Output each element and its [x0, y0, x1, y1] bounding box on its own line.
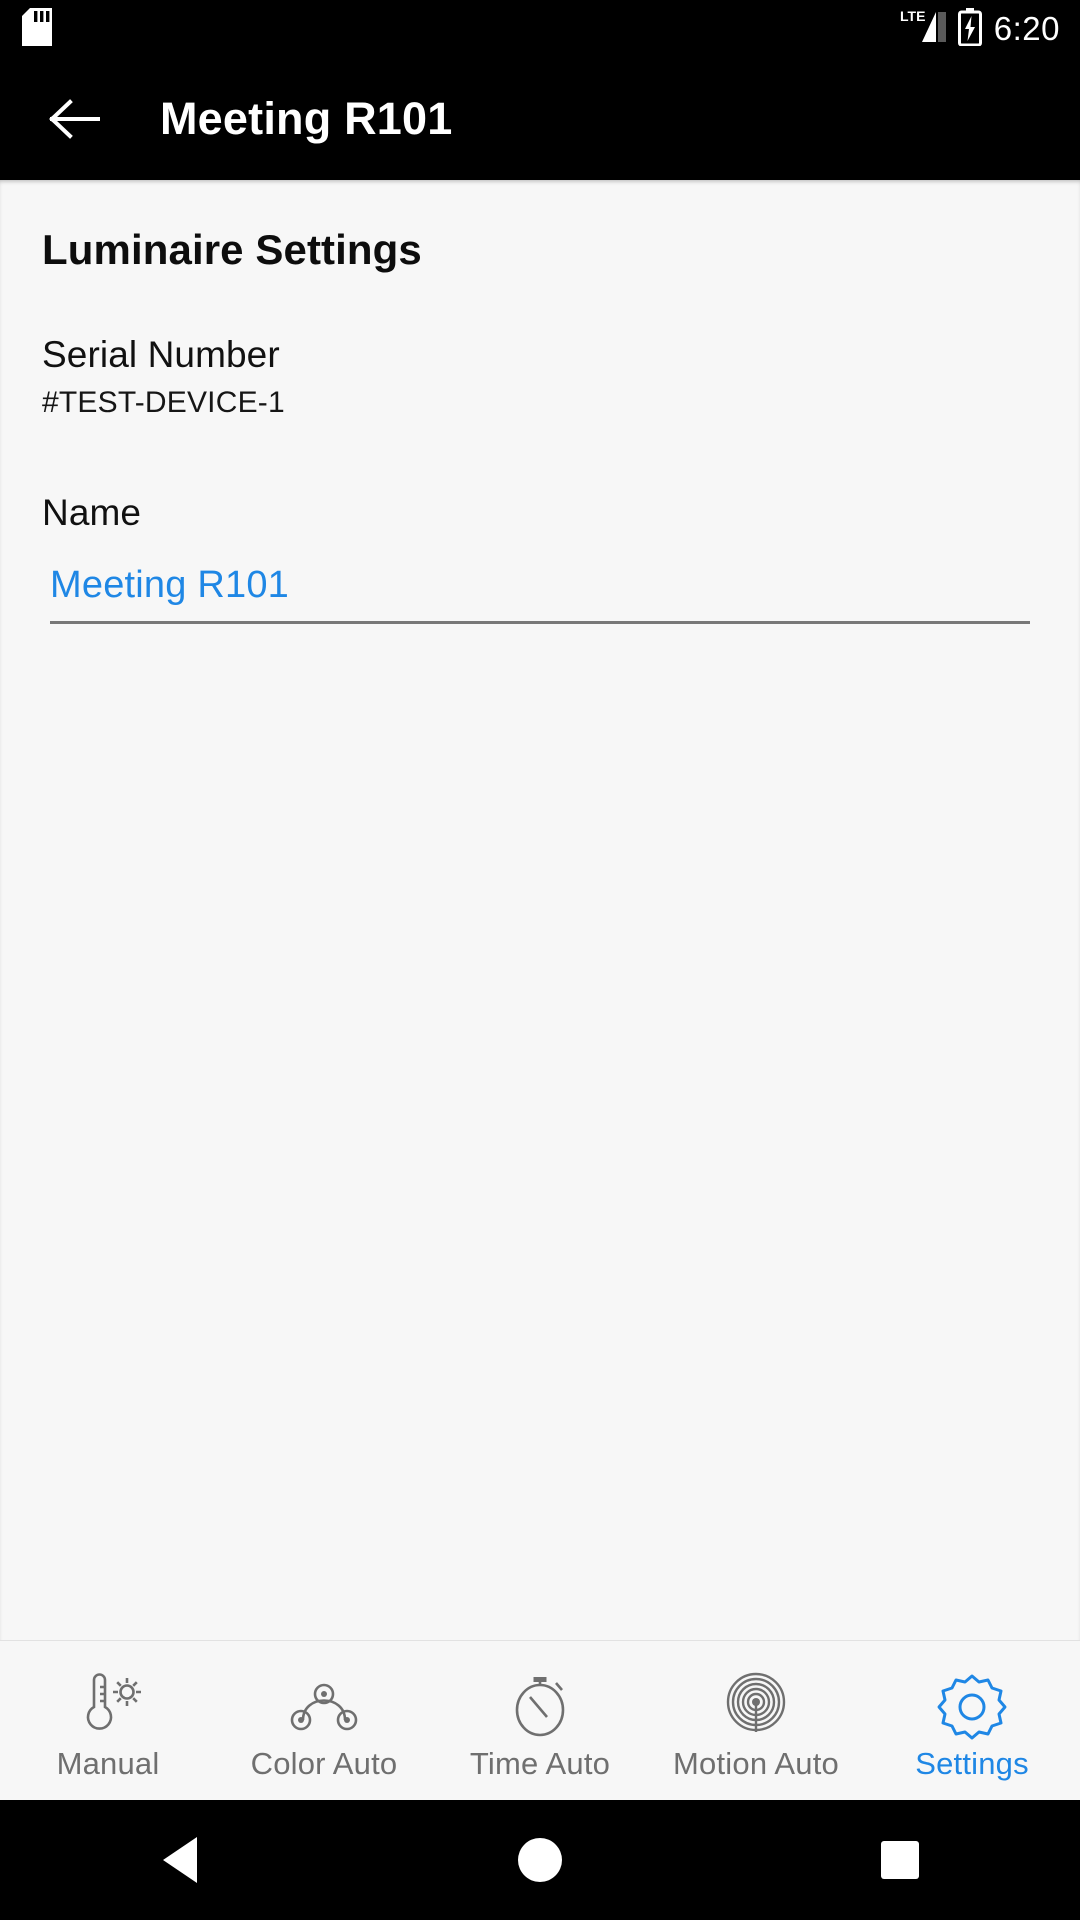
battery-charging-icon — [957, 7, 982, 51]
serial-number-field: Serial Number #TEST-DEVICE-1 — [42, 334, 1038, 420]
status-bar-left — [22, 7, 52, 51]
svg-text:LTE: LTE — [900, 8, 925, 24]
status-bar-right: LTE 6:20 — [900, 7, 1060, 51]
name-label: Name — [42, 492, 142, 533]
motion-sensor-icon — [716, 1668, 796, 1742]
tab-settings[interactable]: Settings — [864, 1641, 1080, 1800]
page-title: Meeting R101 — [160, 93, 453, 144]
status-bar-clock: 6:20 — [993, 9, 1060, 47]
serial-number-value: #TEST-DEVICE-1 — [42, 386, 285, 419]
tab-label-color-auto: Color Auto — [250, 1746, 398, 1781]
nav-recents-icon[interactable] — [840, 1800, 960, 1920]
name-field: Name — [42, 492, 1038, 624]
signal-bars-icon: LTE — [900, 8, 946, 51]
tab-manual[interactable]: Manual — [0, 1641, 216, 1800]
thermometer-brightness-icon — [68, 1668, 148, 1742]
tab-label-manual: Manual — [56, 1746, 160, 1781]
serial-number-label: Serial Number — [42, 334, 280, 375]
sd-card-icon — [22, 7, 52, 51]
tab-color-auto[interactable]: Color Auto — [216, 1641, 432, 1800]
status-bar: LTE 6:20 — [0, 0, 1080, 58]
stopwatch-icon — [500, 1668, 580, 1742]
tab-motion-auto[interactable]: Motion Auto — [648, 1641, 864, 1800]
name-input-wrap — [42, 564, 1038, 624]
tab-label-settings: Settings — [915, 1746, 1029, 1781]
settings-content: Luminaire Settings Serial Number #TEST-D… — [0, 180, 1080, 1640]
gear-icon — [932, 1668, 1012, 1742]
name-input[interactable] — [50, 564, 1030, 624]
phone-screen: LTE 6:20 Meeting R101 Luminaire Settings… — [0, 0, 1080, 1920]
tab-label-time-auto: Time Auto — [469, 1746, 611, 1781]
nav-home-icon[interactable] — [480, 1800, 600, 1920]
tab-time-auto[interactable]: Time Auto — [432, 1641, 648, 1800]
nav-back-icon[interactable] — [120, 1800, 240, 1920]
section-title: Luminaire Settings — [42, 226, 422, 273]
system-navigation-bar — [0, 1800, 1080, 1920]
tab-label-motion-auto: Motion Auto — [673, 1746, 839, 1781]
bottom-tab-bar: Manual Color Auto Time Auto Motion Auto … — [0, 1640, 1080, 1800]
app-bar: Meeting R101 — [0, 58, 1080, 180]
color-curve-icon — [284, 1668, 364, 1742]
back-arrow-icon[interactable] — [44, 88, 106, 150]
